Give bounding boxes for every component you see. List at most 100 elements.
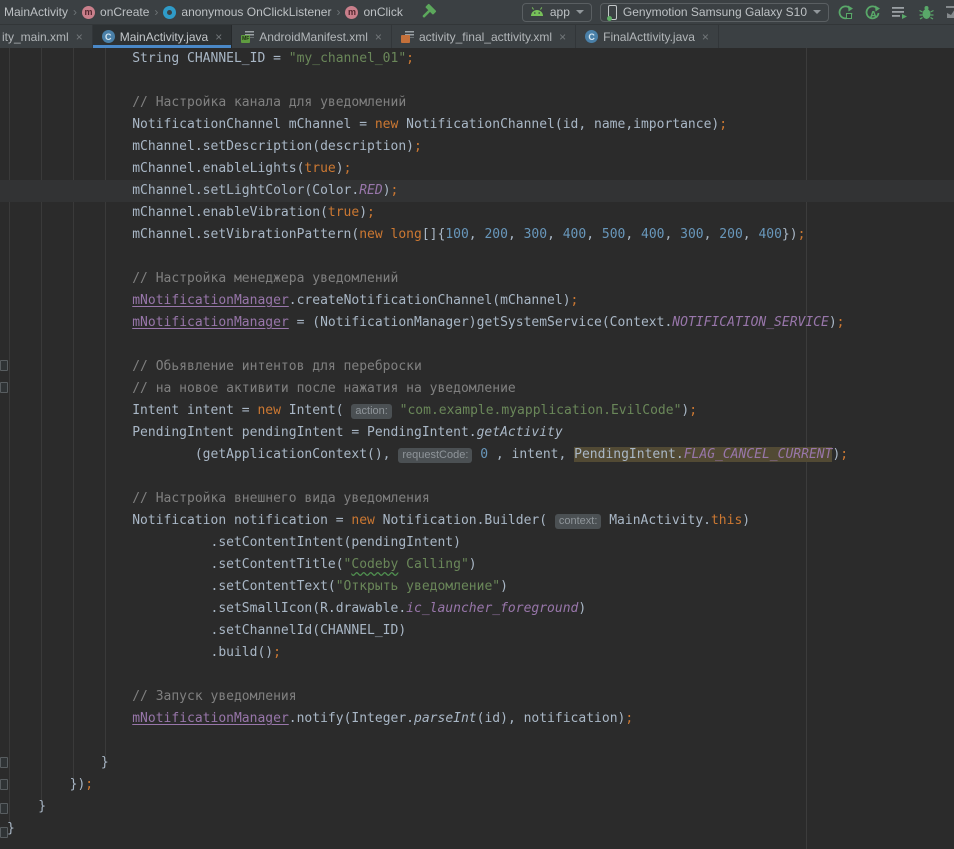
tab-FinalActtivity.java[interactable]: C FinalActtivity.java × xyxy=(576,25,719,48)
debug-icon[interactable] xyxy=(918,4,935,21)
breadcrumb-separator-icon: › xyxy=(154,5,158,19)
fold-marker-icon[interactable] xyxy=(0,360,8,371)
code-line: PendingIntent pendingIntent = PendingInt… xyxy=(0,422,954,444)
fold-marker-icon[interactable] xyxy=(0,827,8,838)
run-configuration-label: app xyxy=(550,5,570,19)
chevron-down-icon xyxy=(576,10,584,14)
close-icon[interactable]: × xyxy=(215,31,222,43)
file-badge-glyph xyxy=(401,35,410,43)
profiler-icon[interactable] xyxy=(945,4,954,21)
code-line: .setSmallIcon(R.drawable.ic_launcher_for… xyxy=(0,598,954,620)
code-line: .setChannelId(CHANNEL_ID) xyxy=(0,620,954,642)
close-icon[interactable]: × xyxy=(375,31,382,43)
code-line: } xyxy=(0,796,954,818)
close-icon[interactable]: × xyxy=(559,31,566,43)
breadcrumb-item[interactable]: m onClick xyxy=(345,5,402,19)
manifest-file-icon: MF xyxy=(241,30,254,43)
code-line xyxy=(0,334,954,356)
code-line: mChannel.setLightColor(Color.RED); xyxy=(0,180,954,202)
breadcrumb-label: MainActivity xyxy=(4,5,68,19)
fold-marker-icon[interactable] xyxy=(0,757,8,768)
code-line: (getApplicationContext(), requestCode: 0… xyxy=(0,444,954,466)
code-line xyxy=(0,730,954,752)
code-line: }); xyxy=(0,774,954,796)
code-line: .setContentIntent(pendingIntent) xyxy=(0,532,954,554)
rerun-icon[interactable] xyxy=(837,4,854,21)
code-line: mNotificationManager.createNotificationC… xyxy=(0,290,954,312)
apply-code-changes-icon[interactable] xyxy=(891,4,908,21)
code-line: mNotificationManager = (NotificationMana… xyxy=(0,312,954,334)
code-line: .build(); xyxy=(0,642,954,664)
code-line: .setContentTitle("Codeby Calling") xyxy=(0,554,954,576)
method-icon: m xyxy=(345,6,358,19)
code-line: mNotificationManager.notify(Integer.pars… xyxy=(0,708,954,730)
chevron-down-icon xyxy=(813,10,821,14)
breadcrumb-item[interactable]: anonymous OnClickListener xyxy=(163,5,331,19)
navigation-bar: MainActivity › m onCreate › anonymous OnClick… xyxy=(0,0,954,24)
code-line: .setContentText("Открыть уведомление") xyxy=(0,576,954,598)
close-icon[interactable]: × xyxy=(76,31,83,43)
breadcrumb-item[interactable]: MainActivity xyxy=(4,5,68,19)
device-selector[interactable]: Genymotion Samsung Galaxy S10 xyxy=(600,3,829,22)
code-line: String CHANNEL_ID = "my_channel_01"; xyxy=(0,48,954,70)
action-icons: A xyxy=(837,4,954,21)
code-line: // Настройка менеджера уведомлений xyxy=(0,268,954,290)
tab-label: AndroidManifest.xml xyxy=(259,30,368,44)
breadcrumb-separator-icon: › xyxy=(73,5,77,19)
code-line: mChannel.setDescription(description); xyxy=(0,136,954,158)
code-line: // Настройка внешнего вида уведомления xyxy=(0,488,954,510)
run-configuration-selector[interactable]: app xyxy=(522,3,592,22)
tab-label: FinalActtivity.java xyxy=(603,30,695,44)
apply-changes-icon[interactable]: A xyxy=(864,4,881,21)
fold-marker-icon[interactable] xyxy=(0,779,8,790)
code-line xyxy=(0,246,954,268)
breadcrumb-label: anonymous OnClickListener xyxy=(181,5,331,19)
tab-label: MainActivity.java xyxy=(120,30,208,44)
code-line: // Запуск уведомления xyxy=(0,686,954,708)
breadcrumb-label: onClick xyxy=(363,5,402,19)
breadcrumb-label: onCreate xyxy=(100,5,149,19)
code-line: mChannel.enableVibration(true); xyxy=(0,202,954,224)
device-phone-icon xyxy=(608,5,617,20)
breadcrumb: MainActivity › m onCreate › anonymous OnClick… xyxy=(0,5,405,19)
method-icon: m xyxy=(82,6,95,19)
code-line: mChannel.enableLights(true); xyxy=(0,158,954,180)
breadcrumb-item[interactable]: m onCreate xyxy=(82,5,149,19)
device-label: Genymotion Samsung Galaxy S10 xyxy=(623,5,807,19)
code-line: Notification notification = new Notifica… xyxy=(0,510,954,532)
build-hammer-icon[interactable] xyxy=(419,3,437,21)
ide-window: MainActivity › m onCreate › anonymous OnClick… xyxy=(0,0,954,849)
android-head-icon xyxy=(530,7,544,17)
tab-AndroidManifest.xml[interactable]: MF AndroidManifest.xml × xyxy=(232,25,392,48)
tab-label: activity_final_acttivity.xml xyxy=(419,30,552,44)
fold-marker-icon[interactable] xyxy=(0,382,8,393)
code-line xyxy=(0,70,954,92)
tab-ity_main.xml[interactable]: ity_main.xml × xyxy=(0,25,93,48)
tab-MainActivity.java[interactable]: C MainActivity.java × xyxy=(93,25,233,48)
editor-tab-bar: ity_main.xml × C MainActivity.java × MF Androi… xyxy=(0,24,954,48)
code-editor[interactable]: String CHANNEL_ID = "my_channel_01"; // … xyxy=(0,48,954,849)
code-line xyxy=(0,664,954,686)
svg-text:A: A xyxy=(870,10,877,20)
code-line: Intent intent = new Intent( action: "com… xyxy=(0,400,954,422)
file-badge-glyph: MF xyxy=(241,35,250,43)
breadcrumb-separator-icon: › xyxy=(336,5,340,19)
code-line xyxy=(0,466,954,488)
code-line: NotificationChannel mChannel = new Notif… xyxy=(0,114,954,136)
fold-marker-icon[interactable] xyxy=(0,803,8,814)
java-class-icon: C xyxy=(585,30,598,43)
java-class-icon: C xyxy=(102,30,115,43)
code-line: // Настройка канала для уведомлений xyxy=(0,92,954,114)
code-line: } xyxy=(0,818,954,840)
run-toolbar: app Genymotion Samsung Galaxy S10 A xyxy=(522,3,954,22)
code-line: } xyxy=(0,752,954,774)
code-line: // на новое активити после нажатия на ув… xyxy=(0,378,954,400)
tab-label: ity_main.xml xyxy=(2,30,69,44)
tab-activity_final_acttivity.xml[interactable]: activity_final_acttivity.xml × xyxy=(392,25,576,48)
code-area: String CHANNEL_ID = "my_channel_01"; // … xyxy=(0,48,954,840)
anonymous-class-icon xyxy=(163,6,176,19)
code-line: // Обьявление интентов для переброски xyxy=(0,356,954,378)
xml-file-icon-orange xyxy=(401,30,414,43)
close-icon[interactable]: × xyxy=(702,31,709,43)
code-line: mChannel.setVibrationPattern(new long[]{… xyxy=(0,224,954,246)
